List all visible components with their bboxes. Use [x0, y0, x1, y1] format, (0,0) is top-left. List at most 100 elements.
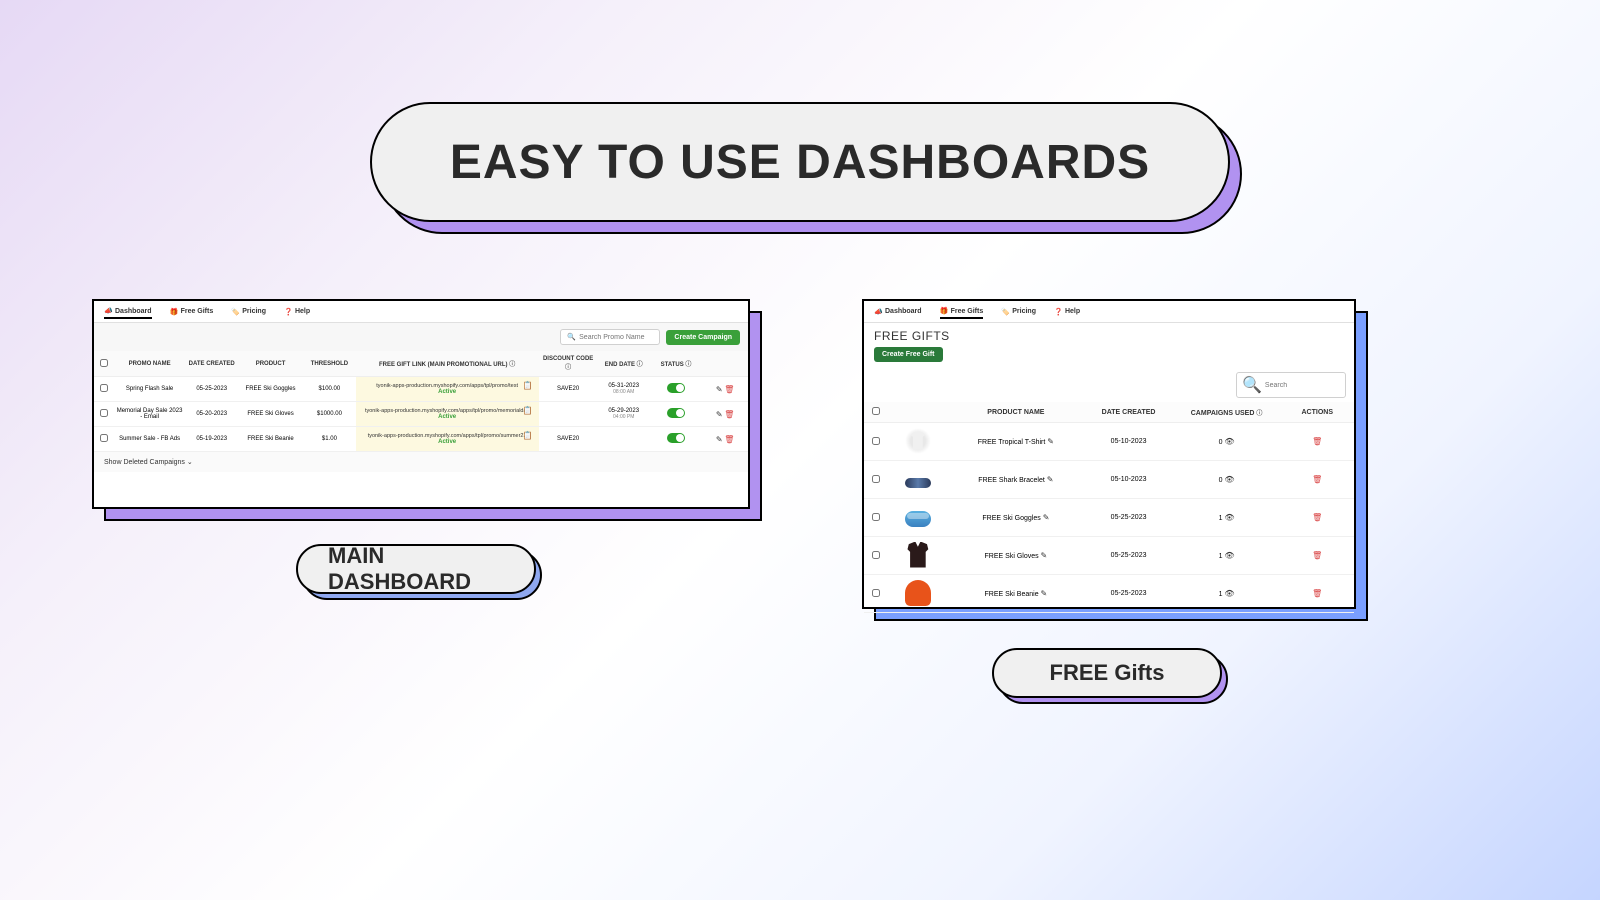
cell-thumb: [889, 499, 948, 537]
nav-label: Dashboard: [115, 308, 152, 315]
edit-icon[interactable]: ✎: [716, 410, 723, 419]
nav-free-gifts[interactable]: 🎁 Free Gifts: [940, 307, 984, 319]
cell-promo-name: Memorial Day Sale 2023 - Email: [114, 402, 186, 427]
eye-icon[interactable]: 👁: [1224, 437, 1234, 446]
cell-discount-code: SAVE20: [539, 377, 598, 402]
cell-end-date: 05-31-202308:00 AM: [598, 377, 650, 402]
edit-icon[interactable]: ✎: [1043, 513, 1050, 522]
delete-icon[interactable]: 🗑: [724, 385, 734, 394]
cell-status: [650, 377, 702, 402]
nav-help[interactable]: ❓ Help: [1054, 308, 1080, 316]
col-end-date: END DATE ⓘ: [598, 351, 650, 377]
edit-icon[interactable]: ✎: [716, 385, 723, 394]
nav-free-gifts[interactable]: 🎁 Free Gifts: [170, 308, 214, 316]
status-toggle[interactable]: [667, 408, 685, 418]
col-promo-name: PROMO NAME: [114, 351, 186, 377]
row-checkbox[interactable]: [100, 384, 108, 392]
cell-promo-name: Spring Flash Sale: [114, 377, 186, 402]
table-row: Summer Sale - FB Ads 05-19-2023 FREE Ski…: [94, 427, 748, 452]
product-thumbnail: [905, 542, 931, 568]
copy-icon[interactable]: 📋: [523, 431, 533, 440]
delete-icon[interactable]: 🗑: [724, 435, 734, 444]
col-status: STATUS ⓘ: [650, 351, 702, 377]
edit-icon[interactable]: ✎: [1041, 589, 1048, 598]
copy-icon[interactable]: 📋: [523, 381, 533, 390]
nav-dashboard[interactable]: 📣 Dashboard: [104, 307, 152, 319]
nav-label: Help: [295, 308, 310, 315]
edit-icon[interactable]: ✎: [1041, 551, 1048, 560]
edit-icon[interactable]: ✎: [1047, 437, 1054, 446]
nav-label: Free Gifts: [181, 308, 214, 315]
row-checkbox[interactable]: [100, 409, 108, 417]
row-checkbox[interactable]: [100, 434, 108, 442]
row-checkbox[interactable]: [872, 475, 880, 483]
select-all-checkbox[interactable]: [872, 407, 880, 415]
info-icon: ⓘ: [509, 362, 515, 368]
main-dashboard-panel: 📣 Dashboard 🎁 Free Gifts 🏷️ Pricing ❓ He…: [92, 299, 750, 509]
search-box[interactable]: 🔍: [1236, 372, 1346, 398]
cell-actions: 🗑: [1280, 537, 1354, 575]
label-pill: FREE Gifts: [992, 648, 1222, 698]
row-checkbox[interactable]: [872, 513, 880, 521]
cell-date: 05-19-2023: [186, 427, 238, 452]
toolbar: 🔍 Create Campaign: [94, 323, 748, 351]
search-input[interactable]: [1265, 382, 1340, 389]
nav-dashboard[interactable]: 📣 Dashboard: [874, 308, 922, 316]
create-free-gift-button[interactable]: Create Free Gift: [874, 347, 943, 362]
cell-gift-link: tyonik-apps-production.myshopify.com/app…: [356, 377, 539, 402]
cell-date: 05-25-2023: [1084, 499, 1172, 537]
row-checkbox[interactable]: [872, 437, 880, 445]
status-toggle[interactable]: [667, 383, 685, 393]
nav-label: Dashboard: [885, 308, 922, 315]
search-input[interactable]: [579, 334, 653, 341]
eye-icon[interactable]: 👁: [1224, 589, 1234, 598]
delete-icon[interactable]: 🗑: [1312, 475, 1322, 484]
cell-discount-code: [539, 402, 598, 427]
delete-icon[interactable]: 🗑: [724, 410, 734, 419]
product-thumbnail: [905, 428, 931, 454]
megaphone-icon: 📣: [874, 308, 882, 316]
title-pill-container: EASY TO USE DASHBOARDS: [370, 102, 1230, 222]
search-icon: 🔍: [567, 333, 576, 341]
delete-icon[interactable]: 🗑: [1312, 437, 1322, 446]
cell-date: 05-25-2023: [1084, 575, 1172, 613]
show-deleted-toggle[interactable]: Show Deleted Campaigns ⌄: [94, 452, 748, 472]
edit-icon[interactable]: ✎: [716, 435, 723, 444]
col-date-created: DATE CREATED: [186, 351, 238, 377]
title-pill: EASY TO USE DASHBOARDS: [370, 102, 1230, 222]
gift-icon: 🎁: [170, 308, 178, 316]
eye-icon[interactable]: 👁: [1224, 513, 1234, 522]
cell-product: FREE Ski Gloves: [238, 402, 303, 427]
row-checkbox[interactable]: [872, 589, 880, 597]
status-toggle[interactable]: [667, 433, 685, 443]
delete-icon[interactable]: 🗑: [1312, 589, 1322, 598]
label-text: MAIN DASHBOARD: [328, 543, 504, 595]
copy-icon[interactable]: 📋: [523, 406, 533, 415]
search-box[interactable]: 🔍: [560, 329, 660, 345]
cell-campaigns-used: 0 👁: [1173, 423, 1281, 461]
cell-status: [650, 402, 702, 427]
cell-actions: ✎ 🗑: [702, 402, 748, 427]
nav-pricing[interactable]: 🏷️ Pricing: [1001, 308, 1036, 316]
nav-help[interactable]: ❓ Help: [284, 308, 310, 316]
info-icon: ⓘ: [565, 365, 571, 371]
label-pill: MAIN DASHBOARD: [296, 544, 536, 594]
gifts-table: PRODUCT NAME DATE CREATED CAMPAIGNS USED…: [864, 402, 1354, 613]
delete-icon[interactable]: 🗑: [1312, 551, 1322, 560]
eye-icon[interactable]: 👁: [1224, 551, 1234, 560]
eye-icon[interactable]: 👁: [1224, 475, 1234, 484]
tag-icon: 🏷️: [231, 308, 239, 316]
edit-icon[interactable]: ✎: [1047, 475, 1054, 484]
select-all-checkbox[interactable]: [100, 359, 108, 367]
row-checkbox[interactable]: [872, 551, 880, 559]
cell-product: FREE Ski Goggles: [238, 377, 303, 402]
delete-icon[interactable]: 🗑: [1312, 513, 1322, 522]
table-row: FREE Ski Beanie ✎ 05-25-2023 1 👁 🗑: [864, 575, 1354, 613]
cell-threshold: $1.00: [303, 427, 355, 452]
info-icon: ⓘ: [685, 362, 691, 368]
panel-title: FREE GIFTS: [874, 329, 1344, 343]
cell-actions: 🗑: [1280, 423, 1354, 461]
create-campaign-button[interactable]: Create Campaign: [666, 330, 740, 345]
nav-pricing[interactable]: 🏷️ Pricing: [231, 308, 266, 316]
cell-threshold: $100.00: [303, 377, 355, 402]
